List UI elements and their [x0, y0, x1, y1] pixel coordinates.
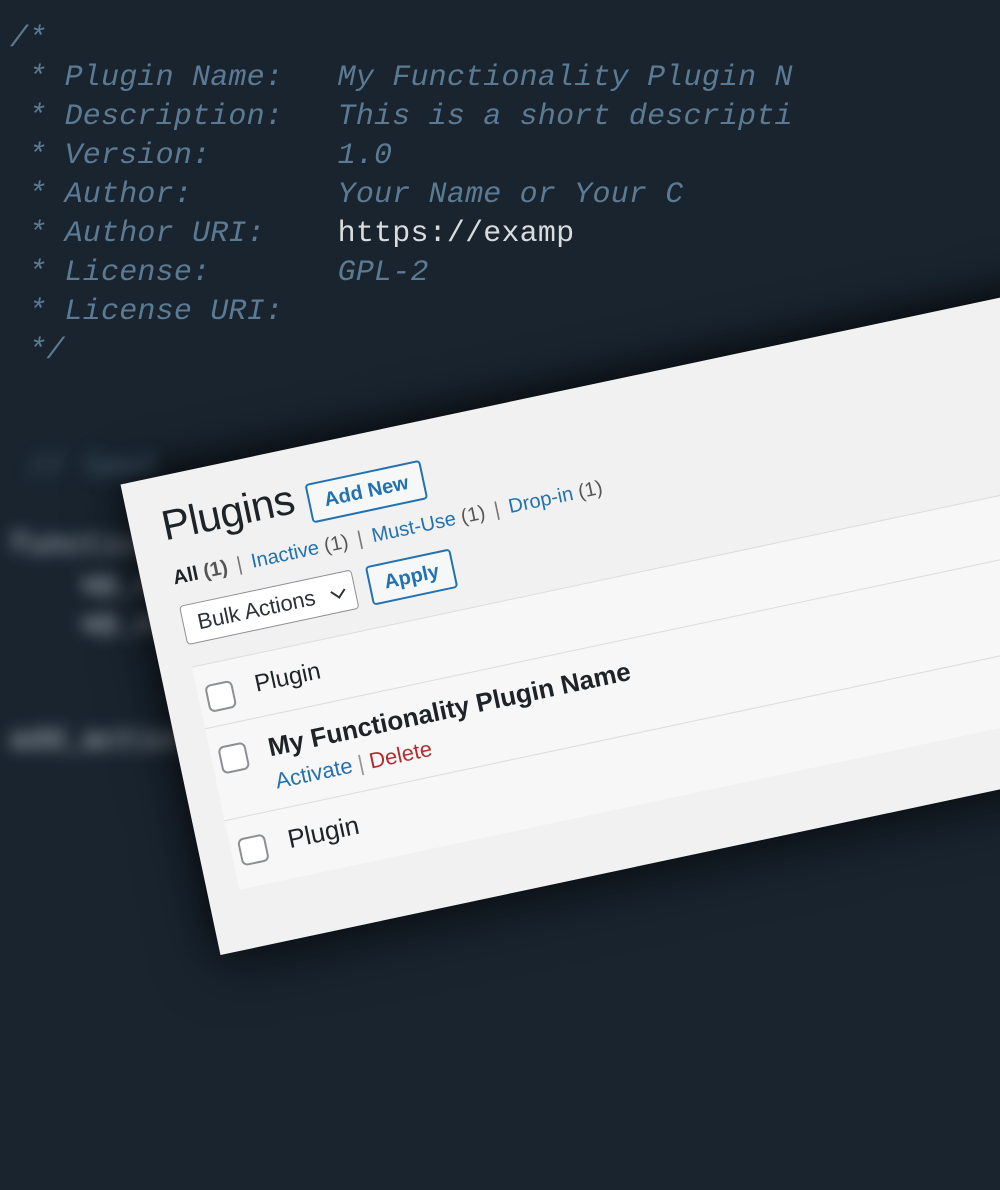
code-line-6-label: * License URI: — [10, 295, 283, 329]
column-footer-plugin: Plugin — [285, 810, 362, 855]
plugins-admin-card: Plugins Add New All (1) | Inactive (1) |… — [640, 420, 1000, 1090]
code-add-action: add_action — [10, 724, 192, 758]
filter-inactive[interactable]: Inactive (1) — [249, 531, 350, 573]
code-line-4-value: https://examp — [338, 217, 575, 251]
code-line-1-value: This is a short descripti — [338, 100, 793, 134]
code-close: */ — [10, 334, 65, 368]
chevron-down-icon — [329, 584, 346, 601]
select-all-checkbox[interactable] — [204, 680, 237, 713]
row-checkbox[interactable] — [217, 741, 250, 774]
code-line-2-label: * Version: — [10, 139, 210, 173]
code-line-3-value: Your Name or Your C — [338, 178, 684, 212]
code-line-1-label: * Description: — [10, 100, 283, 134]
code-line-0-label: * Plugin Name: — [10, 61, 283, 95]
code-line-4-label: * Author URI: — [10, 217, 265, 251]
code-line-5-value: GPL-2 — [338, 256, 429, 290]
code-line-0-value: My Functionality Plugin N — [338, 61, 793, 95]
code-line-2-value: 1.0 — [338, 139, 393, 173]
apply-button[interactable]: Apply — [365, 548, 459, 605]
code-lower-comment: // load — [28, 451, 155, 485]
code-line-5-label: * License: — [10, 256, 210, 290]
code-open: /* — [10, 22, 46, 56]
page-title: Plugins — [157, 475, 298, 550]
filter-drop-in[interactable]: Drop-in (1) — [507, 477, 605, 518]
column-header-plugin: Plugin — [252, 657, 323, 698]
delete-link[interactable]: Delete — [367, 736, 434, 774]
select-all-footer-checkbox[interactable] — [237, 833, 270, 866]
bulk-actions-label: Bulk Actions — [195, 585, 318, 635]
filter-must-use[interactable]: Must-Use (1) — [370, 502, 488, 548]
code-line-3-label: * Author: — [10, 178, 192, 212]
filter-all[interactable]: All (1) — [171, 556, 230, 589]
add-new-button[interactable]: Add New — [305, 460, 428, 524]
